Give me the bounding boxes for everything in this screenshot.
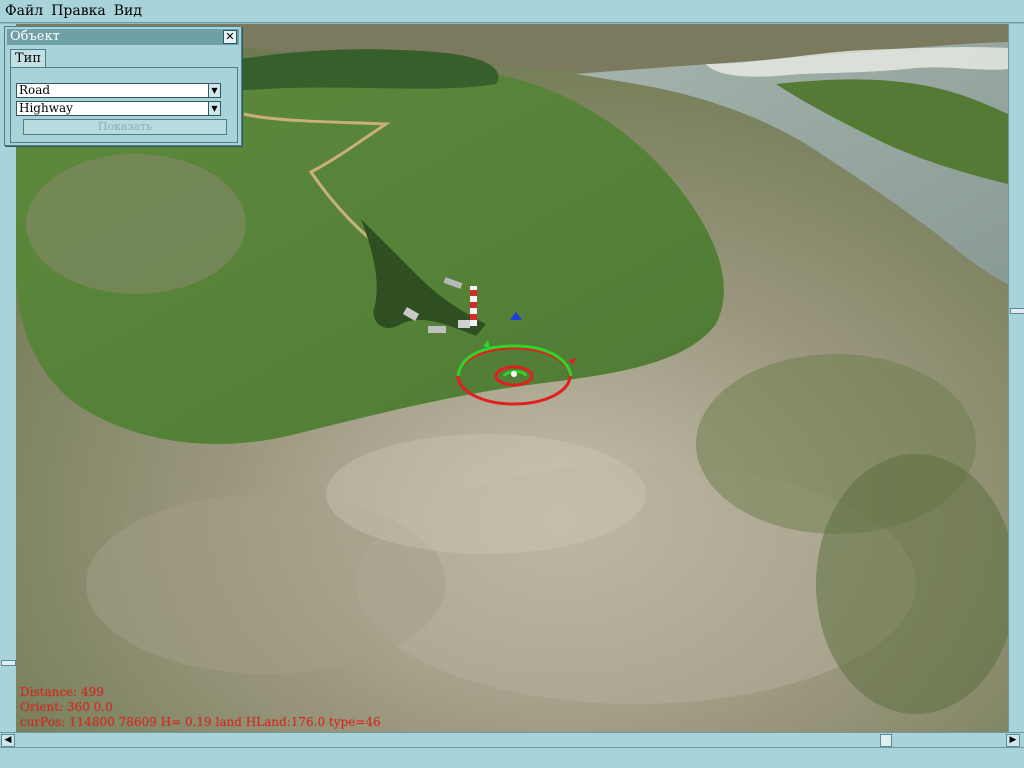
hud-distance: Distance: 499 bbox=[20, 685, 104, 699]
editor-window: Файл Правка Вид ◀ ▶ Объект ✕ Тип Road ▼ … bbox=[0, 0, 1024, 768]
subtype-combobox[interactable]: Highway ▼ bbox=[16, 101, 221, 116]
arrow-left-icon[interactable]: ◀ bbox=[1, 734, 15, 747]
lighthouse bbox=[470, 286, 477, 326]
object-panel: Объект ✕ Тип Road ▼ Highway ▼ Показать bbox=[4, 26, 242, 146]
chevron-down-icon[interactable]: ▼ bbox=[208, 102, 220, 115]
horizontal-scrollbar[interactable]: ◀ ▶ bbox=[0, 732, 1024, 747]
show-button[interactable]: Показать bbox=[23, 119, 227, 135]
chevron-down-icon[interactable]: ▼ bbox=[208, 84, 220, 97]
menu-file[interactable]: Файл bbox=[0, 0, 47, 22]
hud-position: curPos: 114800 78609 H= 0.19 land HLand:… bbox=[20, 715, 381, 729]
gizmo-center[interactable] bbox=[511, 371, 517, 377]
panel-title: Объект bbox=[10, 29, 60, 44]
building bbox=[458, 320, 470, 328]
vertical-scrollbar[interactable] bbox=[1008, 24, 1024, 732]
panel-titlebar[interactable]: Объект ✕ bbox=[7, 29, 239, 45]
rock-blotch bbox=[26, 154, 246, 294]
left-scrollbar-thumb[interactable] bbox=[1, 660, 16, 666]
menu-edit[interactable]: Правка bbox=[47, 0, 110, 22]
subtype-combobox-value: Highway bbox=[19, 101, 73, 115]
tab-type[interactable]: Тип bbox=[10, 49, 46, 68]
type-combobox[interactable]: Road ▼ bbox=[16, 83, 221, 98]
horizontal-scrollbar-thumb[interactable] bbox=[880, 734, 892, 747]
building bbox=[428, 326, 446, 333]
menu-view[interactable]: Вид bbox=[110, 0, 146, 22]
arrow-right-icon[interactable]: ▶ bbox=[1006, 734, 1020, 747]
vertical-scrollbar-thumb[interactable] bbox=[1010, 308, 1024, 314]
menu-bar: Файл Правка Вид bbox=[0, 0, 1024, 23]
rock-blotch bbox=[816, 454, 1008, 714]
close-icon[interactable]: ✕ bbox=[223, 30, 237, 44]
hud-overlay: Distance: 499 Orient: 360 0.0 curPos: 11… bbox=[20, 685, 381, 730]
status-bar bbox=[0, 747, 1024, 768]
rock-blotch bbox=[326, 434, 646, 554]
hud-orient: Orient: 360 0.0 bbox=[20, 700, 113, 714]
type-combobox-value: Road bbox=[19, 83, 51, 97]
